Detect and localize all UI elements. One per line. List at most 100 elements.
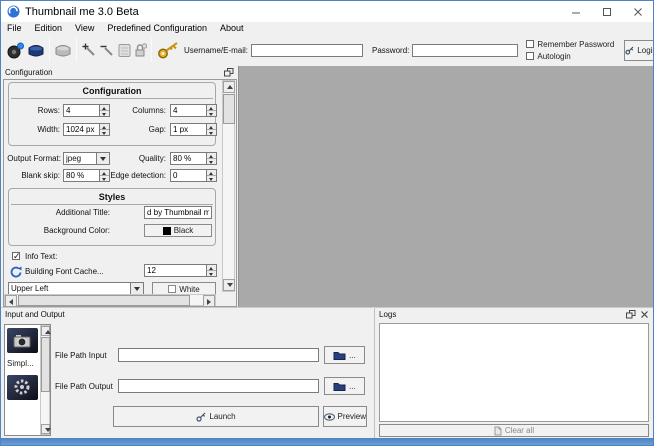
archive-box-icon[interactable]	[118, 40, 131, 60]
lock-icon[interactable]	[134, 40, 147, 60]
username-input[interactable]	[251, 44, 363, 57]
scroll-up-icon[interactable]	[223, 81, 235, 93]
scrollbar-thumb[interactable]	[223, 94, 235, 124]
clear-all-button[interactable]: Clear all	[379, 424, 649, 437]
record-disc-icon[interactable]	[6, 40, 25, 60]
username-label: Username/E-mail:	[184, 46, 248, 55]
scroll-right-icon[interactable]	[203, 295, 215, 307]
eject-disc-icon[interactable]	[54, 40, 72, 60]
clear-all-label: Clear all	[505, 426, 534, 435]
scroll-up-icon[interactable]	[41, 326, 50, 336]
output-format-combobox[interactable]: jpeg	[63, 152, 110, 165]
menu-about[interactable]: About	[220, 23, 244, 33]
video-thumbnail[interactable]	[7, 328, 38, 353]
menu-predefined-configuration[interactable]: Predefined Configuration	[107, 23, 207, 33]
launch-key-icon	[196, 412, 206, 422]
width-input[interactable]	[63, 123, 99, 136]
float-panel-icon[interactable]	[224, 68, 234, 77]
io-panel-header: Input and Output	[1, 308, 373, 321]
font-size-input[interactable]	[144, 264, 206, 277]
folder-icon	[333, 381, 346, 391]
gap-spin-down[interactable]	[207, 130, 216, 135]
app-icon	[7, 5, 20, 18]
scrollbar-thumb[interactable]	[18, 295, 190, 306]
login-button[interactable]: Login	[624, 40, 654, 61]
rows-label: Rows:	[6, 106, 60, 115]
mode-list-scrollbar[interactable]	[40, 325, 50, 435]
edge-detection-input[interactable]	[170, 169, 206, 182]
font-size-spin-down[interactable]	[207, 271, 216, 276]
scroll-down-icon[interactable]	[223, 279, 235, 291]
columns-input[interactable]	[170, 104, 206, 117]
login-key-icon	[625, 46, 634, 55]
mode-list[interactable]: Simpl...	[4, 324, 51, 436]
list-item-label[interactable]: Simpl...	[7, 359, 40, 368]
password-input[interactable]	[412, 44, 518, 57]
config-panel-header: Configuration	[1, 66, 238, 79]
edge-detection-spin-down[interactable]	[207, 176, 216, 181]
config-horizontal-scrollbar[interactable]	[4, 294, 216, 306]
quality-spinbox	[170, 152, 217, 165]
window-controls	[560, 1, 653, 22]
edge-detection-spinbox	[170, 169, 217, 182]
menu-view[interactable]: View	[75, 23, 94, 33]
remember-password-checkbox[interactable]	[526, 40, 534, 48]
file-path-output-label: File Path Output	[55, 382, 113, 391]
width-spin-down[interactable]	[100, 130, 109, 135]
zoom-out-icon[interactable]	[99, 40, 115, 60]
close-panel-icon[interactable]	[640, 310, 649, 319]
blank-skip-input[interactable]	[63, 169, 99, 182]
gear-thumbnail[interactable]	[7, 375, 38, 400]
close-icon[interactable]	[622, 1, 653, 22]
quality-spin-down[interactable]	[207, 159, 216, 164]
output-format-label: Output Format:	[4, 154, 61, 163]
blank-skip-label: Blank skip:	[6, 171, 60, 180]
toolbar-separator	[76, 38, 77, 62]
browse-dots: ...	[349, 351, 356, 360]
info-text-checkbox[interactable]	[12, 252, 20, 260]
columns-spin-down[interactable]	[207, 111, 216, 116]
columns-label: Columns:	[112, 106, 166, 115]
scroll-left-icon[interactable]	[5, 295, 17, 307]
refresh-icon	[10, 265, 22, 283]
float-panel-icon[interactable]	[626, 310, 636, 319]
logs-panel: Logs Clear all	[374, 307, 653, 438]
width-spinbox	[63, 123, 110, 136]
quality-input[interactable]	[170, 152, 206, 165]
rows-spin-down[interactable]	[100, 111, 109, 116]
autologin-checkbox[interactable]	[526, 52, 534, 60]
menu-edition[interactable]: Edition	[35, 23, 63, 33]
font-size-spinbox	[144, 264, 217, 277]
width-label: Width:	[6, 125, 60, 134]
scroll-down-icon[interactable]	[41, 424, 50, 434]
toolbar: Username/E-mail: Password: Remember Pass…	[1, 34, 653, 67]
file-path-input-field[interactable]	[118, 348, 319, 362]
scrollbar-thumb[interactable]	[41, 337, 50, 392]
browse-output-button[interactable]: ...	[324, 377, 365, 395]
browse-input-button[interactable]: ...	[324, 346, 365, 364]
info-text-label: Info Text:	[25, 252, 95, 261]
rows-input[interactable]	[63, 104, 99, 117]
logs-output[interactable]	[379, 323, 649, 422]
additional-title-input[interactable]	[144, 206, 212, 219]
io-panel-title: Input and Output	[5, 310, 65, 319]
menu-file[interactable]: File	[7, 23, 22, 33]
background-color-button[interactable]: Black	[144, 224, 212, 237]
folder-icon	[333, 350, 346, 360]
config-vertical-scrollbar[interactable]	[222, 80, 235, 292]
output-format-dropdown-icon[interactable]	[96, 153, 109, 164]
maximize-icon[interactable]	[591, 1, 622, 22]
open-video-icon[interactable]	[27, 40, 45, 60]
file-path-input-label: File Path Input	[55, 351, 107, 360]
zoom-in-icon[interactable]	[81, 40, 97, 60]
preview-button[interactable]: Preview	[323, 406, 367, 427]
launch-button[interactable]: Launch	[113, 406, 319, 427]
minimize-icon[interactable]	[560, 1, 591, 22]
quality-label: Quality:	[112, 154, 166, 163]
output-format-value: jpeg	[64, 153, 96, 164]
eye-icon	[324, 413, 335, 421]
launch-label: Launch	[209, 412, 235, 421]
rows-spinbox	[63, 104, 110, 117]
file-path-output-field[interactable]	[118, 379, 319, 393]
gap-input[interactable]	[170, 123, 206, 136]
